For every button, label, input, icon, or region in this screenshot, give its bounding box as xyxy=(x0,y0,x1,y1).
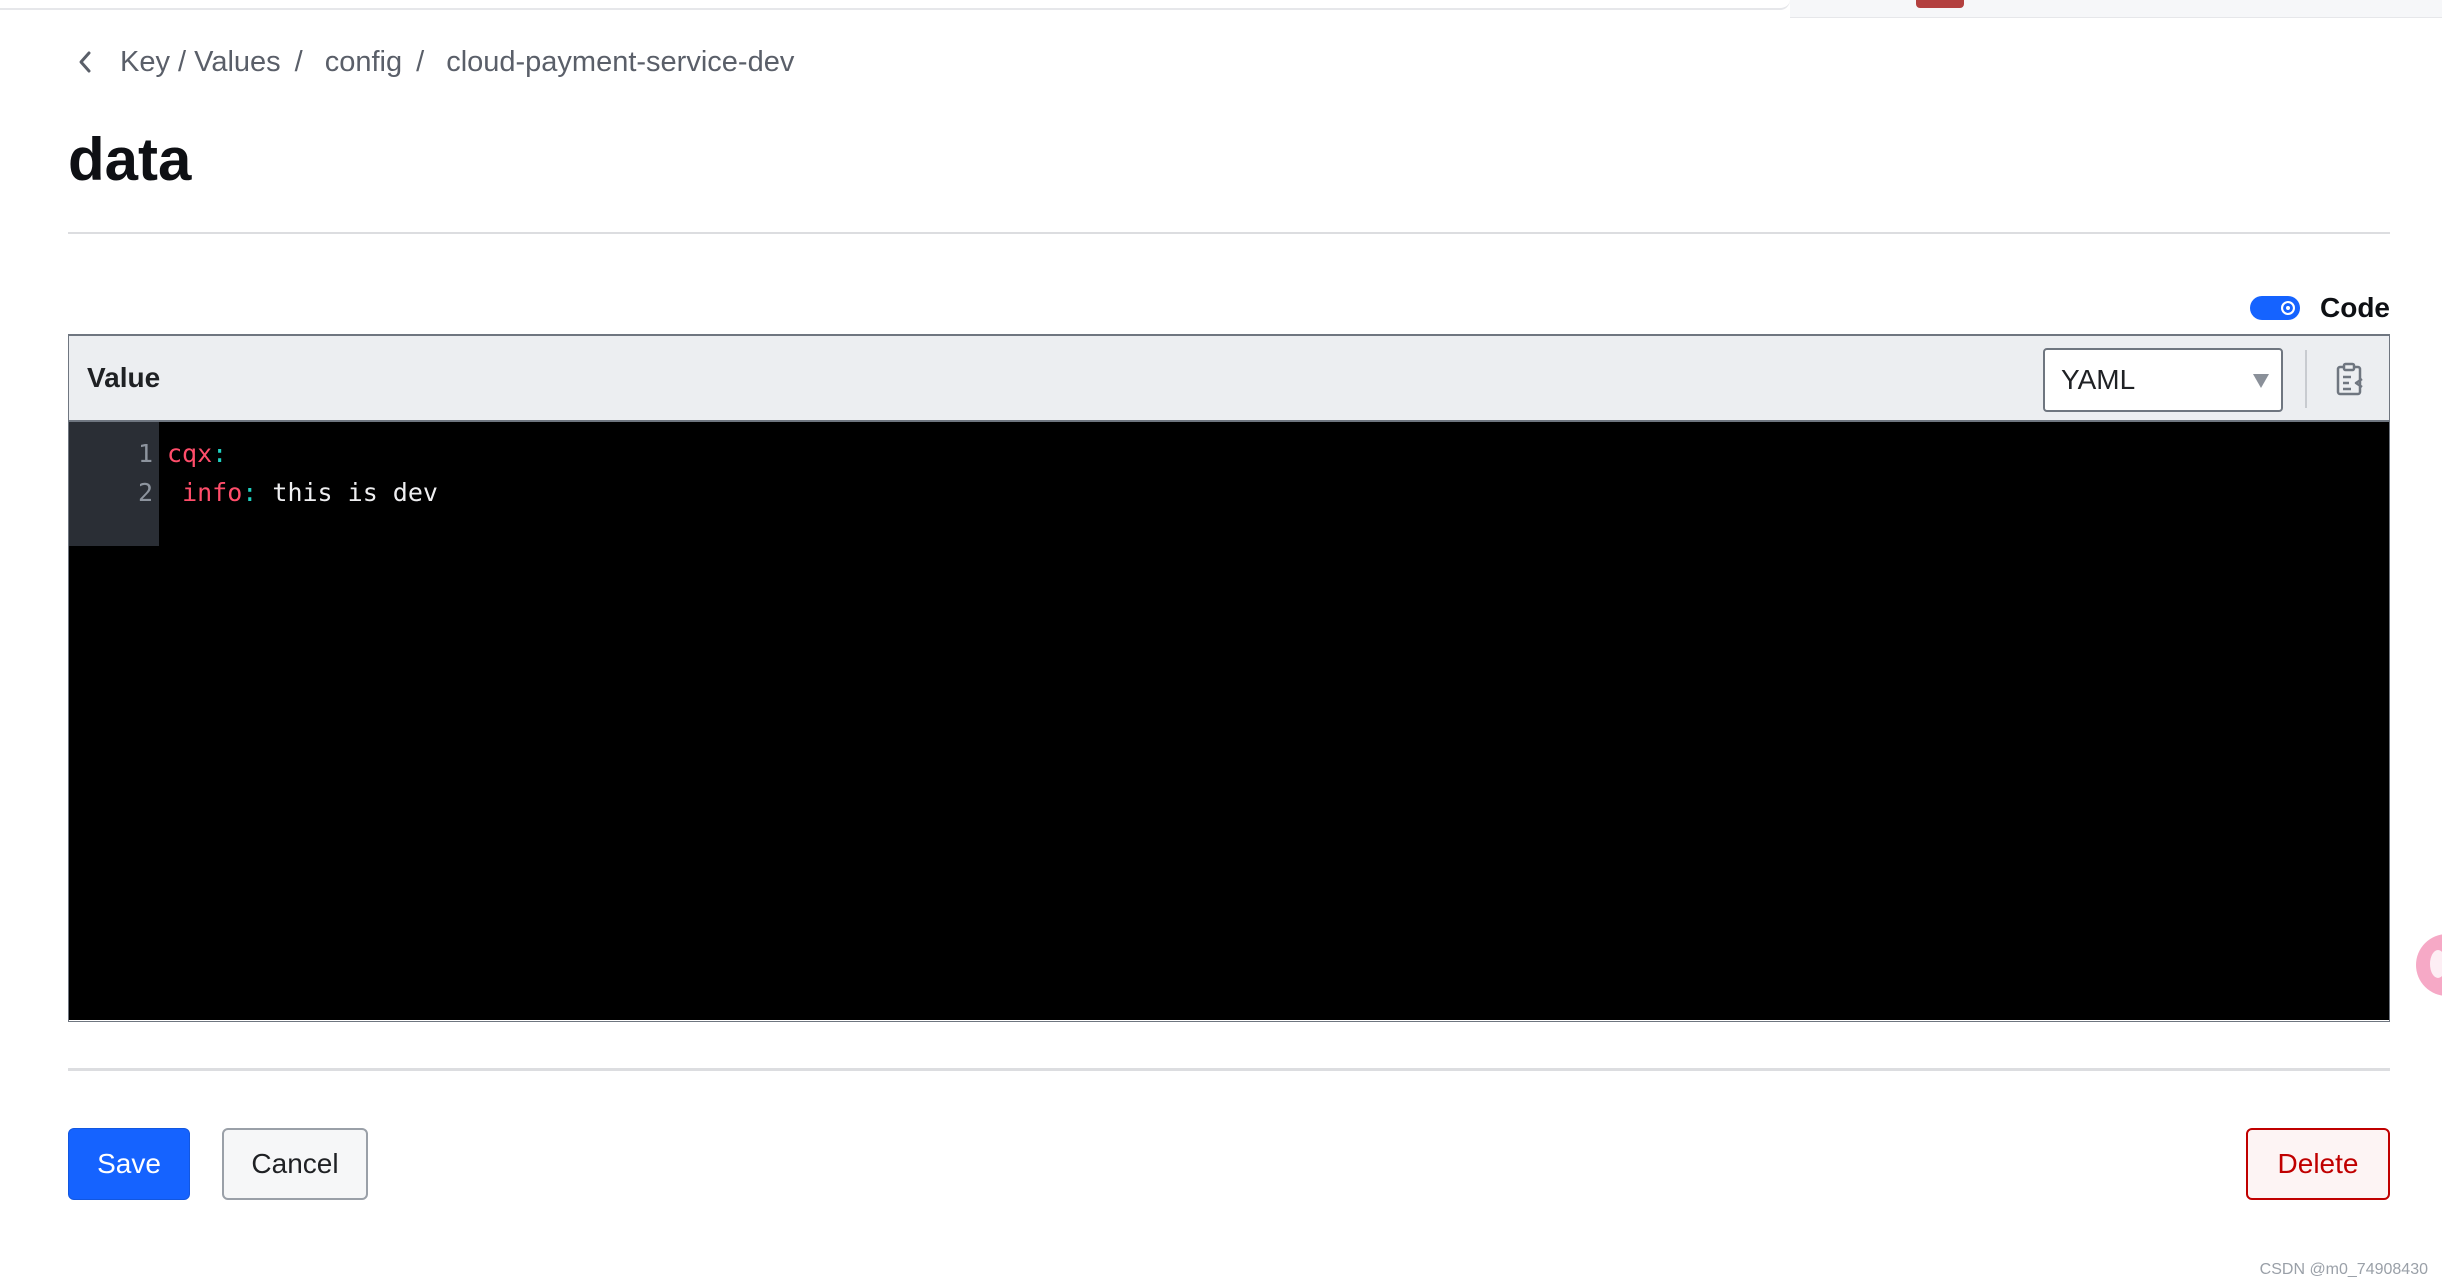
floating-assistant-icon[interactable] xyxy=(2416,934,2442,996)
code-line: info: this is dev xyxy=(167,473,438,512)
cancel-button[interactable]: Cancel xyxy=(222,1128,368,1200)
chevron-left-icon[interactable] xyxy=(70,47,100,77)
breadcrumb-link-config[interactable]: config xyxy=(325,46,402,79)
value-panel: Value YAML 1 2 cqx: info: this is dev xyxy=(68,334,2390,1022)
yaml-key: info xyxy=(182,478,243,507)
line-number: 1 xyxy=(137,439,153,468)
code-toggle-switch[interactable] xyxy=(2250,296,2300,320)
language-select-value: YAML xyxy=(2061,364,2136,395)
clipboard-icon[interactable] xyxy=(2327,356,2373,402)
delete-button[interactable]: Delete xyxy=(2246,1128,2390,1200)
breadcrumb-separator: / xyxy=(294,45,303,78)
floating-assistant-highlight xyxy=(2430,950,2442,978)
breadcrumb-separator: / xyxy=(416,45,425,78)
page-title: data xyxy=(68,126,192,193)
value-panel-header: Value YAML xyxy=(69,336,2389,422)
caret-down-icon xyxy=(2253,374,2269,388)
browser-chrome-fragment xyxy=(0,0,2442,18)
browser-tab-fragment xyxy=(0,0,1790,10)
code-editor[interactable]: 1 2 cqx: info: this is dev xyxy=(69,422,2389,1020)
line-number-gutter: 1 2 xyxy=(69,422,159,546)
header-divider xyxy=(68,232,2390,234)
yaml-key: cqx xyxy=(167,439,213,468)
breadcrumb-link-key-values[interactable]: Key / Values xyxy=(120,46,281,79)
line-number: 2 xyxy=(137,478,153,507)
watermark: CSDN @m0_74908430 xyxy=(2259,1261,2428,1278)
save-button[interactable]: Save xyxy=(68,1128,190,1200)
yaml-colon: : xyxy=(212,439,228,468)
value-label: Value xyxy=(87,362,161,393)
code-line: cqx: xyxy=(167,434,438,473)
yaml-value: this is dev xyxy=(257,478,438,507)
code-toggle-label: Code xyxy=(2320,292,2390,323)
footer-divider xyxy=(68,1068,2390,1071)
breadcrumb: Key / Values / config / cloud-payment-se… xyxy=(70,42,794,82)
toggle-knob xyxy=(2281,301,2295,315)
header-separator xyxy=(2305,350,2307,408)
browser-toolbar-fragment xyxy=(1790,0,2442,18)
notification-badge-fragment xyxy=(1916,0,1964,8)
yaml-colon: : xyxy=(242,478,258,507)
breadcrumb-current: cloud-payment-service-dev xyxy=(446,45,795,78)
code-toggle-group: Code xyxy=(2250,290,2390,326)
code-content[interactable]: cqx: info: this is dev xyxy=(159,422,438,1020)
language-select[interactable]: YAML xyxy=(2043,348,2283,412)
